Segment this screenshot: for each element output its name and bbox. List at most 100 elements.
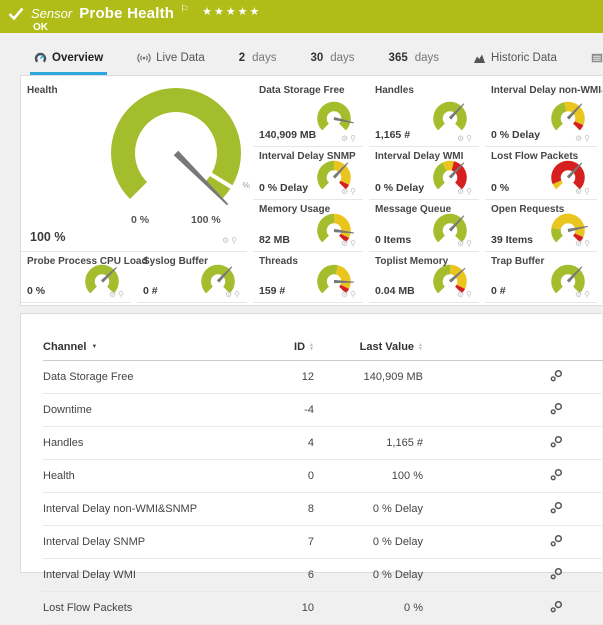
tile-actions: ⚙⚲ xyxy=(457,239,474,249)
tile-actions: ⚙⚲ xyxy=(457,134,474,144)
gauge-value: 0 % Delay xyxy=(375,182,424,194)
gear-icon[interactable]: ⚙ xyxy=(457,134,466,143)
tab-365-days[interactable]: 365days xyxy=(385,52,443,75)
flag-icon[interactable]: ⚐ xyxy=(180,4,189,15)
gauge-chart xyxy=(314,100,354,134)
gauge-tile-probe-process-cpu-load[interactable]: Probe Process CPU Load0 %⚙⚲ xyxy=(21,252,131,303)
tab-historic-data[interactable]: Historic Data xyxy=(469,52,561,75)
channel-last-value: 0 % Delay xyxy=(314,559,423,592)
tab-30-days[interactable]: 30days xyxy=(306,52,358,75)
gear-icon[interactable]: ⚙ xyxy=(341,134,350,143)
gauge-tile-memory-usage[interactable]: Memory Usage82 MB⚙⚲ xyxy=(253,200,363,252)
health-gauge: %0 %100 % xyxy=(101,87,251,233)
gauge-tile-message-queue[interactable]: Message Queue0 Items⚙⚲ xyxy=(369,200,479,252)
table-row: Lost Flow Packets100 % xyxy=(43,592,603,625)
channel-last-value: 0 % Delay xyxy=(314,493,423,526)
channel-name[interactable]: Interval Delay WMI xyxy=(43,559,263,592)
column-header-id[interactable]: ID▲▼ xyxy=(263,335,314,361)
channel-name[interactable]: Lost Flow Packets xyxy=(43,592,263,625)
gauge-tile-handles[interactable]: Handles1,165 #⚙⚲ xyxy=(369,81,479,147)
channel-settings-icon[interactable] xyxy=(550,600,563,613)
pin-icon[interactable]: ⚲ xyxy=(350,134,358,143)
gauge-tile-health[interactable]: Health%0 %100 %100 %⚙⚲ xyxy=(21,81,247,252)
gear-icon[interactable]: ⚙ xyxy=(457,239,466,248)
gear-icon[interactable]: ⚙ xyxy=(341,239,350,248)
status-badge: OK xyxy=(33,22,603,33)
column-header-last-value[interactable]: Last Value▲▼ xyxy=(314,335,423,361)
pin-icon[interactable]: ⚲ xyxy=(466,239,474,248)
gauge-title: Toplist Memory xyxy=(375,256,448,267)
tile-actions: ⚙⚲ xyxy=(341,134,358,144)
log-icon xyxy=(591,53,603,63)
gear-icon[interactable]: ⚙ xyxy=(341,187,350,196)
gauge-value: 159 # xyxy=(259,285,285,297)
gauge-tile-open-requests[interactable]: Open Requests39 Items⚙⚲ xyxy=(485,200,597,252)
pin-icon[interactable]: ⚲ xyxy=(584,134,592,143)
gauge-tile-threads[interactable]: Threads159 #⚙⚲ xyxy=(253,252,363,303)
tile-actions: ⚙⚲ xyxy=(109,290,126,300)
gear-icon[interactable]: ⚙ xyxy=(575,290,584,299)
gear-icon[interactable]: ⚙ xyxy=(575,187,584,196)
gauge-title: Interval Delay non-WMI&SNMP xyxy=(491,85,602,96)
gauge-scale-max: 100 % xyxy=(191,214,221,226)
channel-name[interactable]: Interval Delay SNMP xyxy=(43,526,263,559)
channel-settings-icon[interactable] xyxy=(550,501,563,514)
pin-icon[interactable]: ⚲ xyxy=(584,187,592,196)
gauge-tile-data-storage-free[interactable]: Data Storage Free140,909 MB⚙⚲ xyxy=(253,81,363,147)
channel-settings-icon[interactable] xyxy=(550,567,563,580)
gauge-tile-lost-flow-packets[interactable]: Lost Flow Packets0 %⚙⚲ xyxy=(485,147,597,200)
tab-overview[interactable]: Overview xyxy=(30,52,107,75)
live-data-icon xyxy=(137,52,151,64)
column-header-channel[interactable]: Channel▼ xyxy=(43,335,263,361)
tab-log[interactable]: Log xyxy=(587,52,603,75)
gauge xyxy=(430,100,470,134)
channel-last-value: 0 % xyxy=(314,592,423,625)
gauge-tile-interval-delay-non-wmi-snmp[interactable]: Interval Delay non-WMI&SNMP0 % Delay⚙⚲ xyxy=(485,81,597,147)
channel-last-value xyxy=(314,394,423,427)
pin-icon[interactable]: ⚲ xyxy=(466,290,474,299)
pin-icon[interactable]: ⚲ xyxy=(231,236,239,245)
channel-settings-icon[interactable] xyxy=(550,369,563,382)
gauge-value: 100 % xyxy=(30,230,65,244)
gear-icon[interactable]: ⚙ xyxy=(457,290,466,299)
channel-id: 7 xyxy=(263,526,314,559)
gear-icon[interactable]: ⚙ xyxy=(575,239,584,248)
pin-icon[interactable]: ⚲ xyxy=(234,290,242,299)
gear-icon[interactable]: ⚙ xyxy=(341,290,350,299)
channel-name[interactable]: Downtime xyxy=(43,394,263,427)
channel-name[interactable]: Data Storage Free xyxy=(43,361,263,394)
pin-icon[interactable]: ⚲ xyxy=(466,187,474,196)
pin-icon[interactable]: ⚲ xyxy=(118,290,126,299)
gear-icon[interactable]: ⚙ xyxy=(222,236,231,245)
gauge-title: Trap Buffer xyxy=(491,256,544,267)
gauge-tile-trap-buffer[interactable]: Trap Buffer0 #⚙⚲ xyxy=(485,252,597,303)
gauge-tile-interval-delay-wmi[interactable]: Interval Delay WMI0 % Delay⚙⚲ xyxy=(369,147,479,200)
channel-settings-icon[interactable] xyxy=(550,435,563,448)
pin-icon[interactable]: ⚲ xyxy=(584,290,592,299)
table-row: Interval Delay WMI60 % Delay xyxy=(43,559,603,592)
gauge-tile-syslog-buffer[interactable]: Syslog Buffer0 #⚙⚲ xyxy=(137,252,247,303)
channel-name[interactable]: Interval Delay non-WMI&SNMP xyxy=(43,493,263,526)
channel-settings-icon[interactable] xyxy=(550,402,563,415)
gear-icon[interactable]: ⚙ xyxy=(575,134,584,143)
gear-icon[interactable]: ⚙ xyxy=(109,290,118,299)
gauge-value: 0.04 MB xyxy=(375,285,415,297)
pin-icon[interactable]: ⚲ xyxy=(466,134,474,143)
pin-icon[interactable]: ⚲ xyxy=(584,239,592,248)
tab-live-data[interactable]: Live Data xyxy=(133,52,209,75)
gauge-chart xyxy=(101,87,251,211)
pin-icon[interactable]: ⚲ xyxy=(350,187,358,196)
channel-settings-icon[interactable] xyxy=(550,468,563,481)
gauge-tile-toplist-memory[interactable]: Toplist Memory 0.04 MB ⚙⚲ xyxy=(369,252,479,303)
pin-icon[interactable]: ⚲ xyxy=(350,239,358,248)
channel-name[interactable]: Health xyxy=(43,460,263,493)
gauges-panel: Health%0 %100 %100 %⚙⚲Data Storage Free1… xyxy=(20,75,602,306)
priority-stars[interactable]: ★★★★★ xyxy=(202,5,261,18)
gear-icon[interactable]: ⚙ xyxy=(457,187,466,196)
gear-icon[interactable]: ⚙ xyxy=(225,290,234,299)
tab-2-days[interactable]: 2days xyxy=(235,52,281,75)
pin-icon[interactable]: ⚲ xyxy=(350,290,358,299)
channel-settings-icon[interactable] xyxy=(550,534,563,547)
gauge-tile-interval-delay-snmp[interactable]: Interval Delay SNMP0 % Delay⚙⚲ xyxy=(253,147,363,200)
channel-name[interactable]: Handles xyxy=(43,427,263,460)
